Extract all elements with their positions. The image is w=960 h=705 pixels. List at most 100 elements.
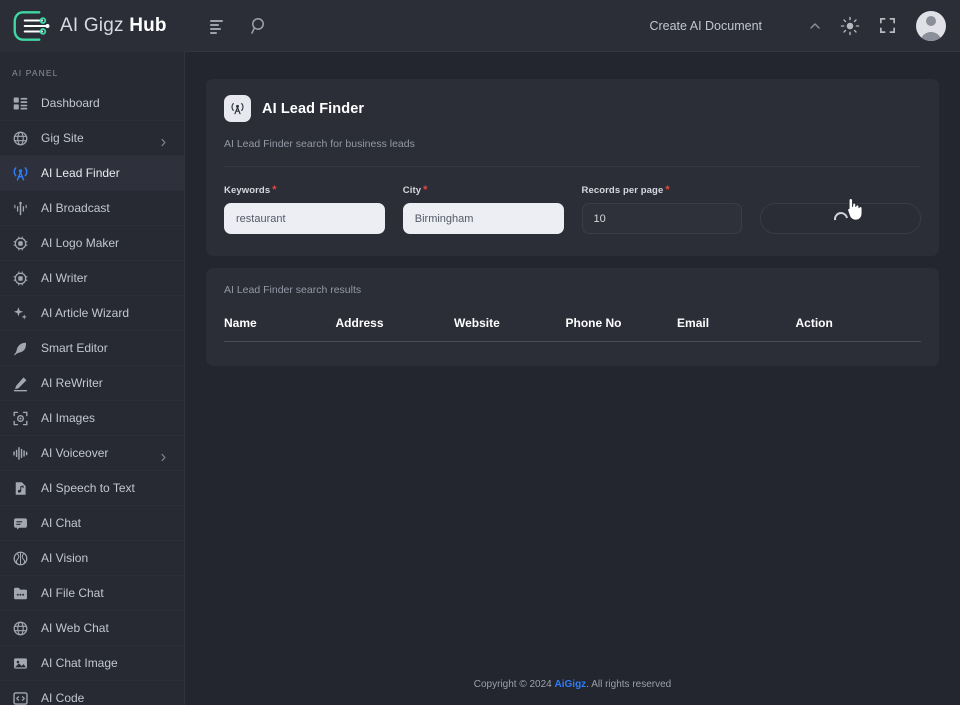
chat-bubble-icon xyxy=(12,515,29,532)
required-asterisk: * xyxy=(423,184,428,196)
feather-icon xyxy=(12,340,29,357)
sidebar-item-ai-code[interactable]: AI Code xyxy=(0,681,184,705)
sidebar-nav-list: Dashboard Gig Site AI Lead Finder AI Broadc… xyxy=(0,86,184,705)
antenna-icon xyxy=(12,200,29,217)
sidebar-item-ai-article-wizard[interactable]: AI Article Wizard xyxy=(0,296,184,331)
loading-spinner-icon xyxy=(830,208,851,229)
image-focus-icon xyxy=(12,410,29,427)
copyright-text: Copyright © 2024 AiGigz. All rights rese… xyxy=(473,678,672,690)
footer: Copyright © 2024 AiGigz. All rights rese… xyxy=(185,663,960,705)
waveform-icon xyxy=(12,445,29,462)
sidebar-item-gig-site[interactable]: Gig Site xyxy=(0,121,184,156)
sidebar-item-label: Gig Site xyxy=(41,131,84,145)
chevron-up-icon[interactable] xyxy=(808,19,822,33)
fullscreen-icon[interactable] xyxy=(878,16,898,36)
chip-icon xyxy=(12,235,29,252)
lead-finder-form: Keywords* City* Records per page* xyxy=(224,184,921,234)
sidebar-item-ai-chat-image[interactable]: AI Chat Image xyxy=(0,646,184,681)
folder-icon xyxy=(12,585,29,602)
lead-finder-subtitle: AI Lead Finder search for business leads xyxy=(224,138,415,150)
brand-title: AI Gigz Hub xyxy=(60,14,167,36)
sidebar-item-ai-logo-maker[interactable]: AI Logo Maker xyxy=(0,226,184,261)
sidebar-item-label: Smart Editor xyxy=(41,341,108,355)
sidebar-item-label: AI Code xyxy=(41,691,85,705)
audio-file-icon xyxy=(12,480,29,497)
pencil-icon xyxy=(12,375,29,392)
sidebar: AI PANEL Dashboard Gig Site AI Lead Finder… xyxy=(0,52,185,705)
navbar-right-group: Create AI Document xyxy=(649,10,960,41)
sidebar-item-label: AI Logo Maker xyxy=(41,236,120,250)
sidebar-item-ai-voiceover[interactable]: AI Voiceover xyxy=(0,436,184,471)
keywords-field-group: Keywords * xyxy=(224,184,385,234)
chevron-right-icon xyxy=(159,134,168,146)
sidebar-item-ai-chat[interactable]: AI Chat xyxy=(0,506,184,541)
table-header-row: Name Address Website Phone No Email Acti… xyxy=(224,316,921,342)
dashboard-icon xyxy=(12,95,29,112)
brand-logo[interactable]: AI Gigz Hub xyxy=(0,0,185,52)
search-button[interactable] xyxy=(760,203,921,234)
sidebar-section-label: AI PANEL xyxy=(12,68,59,78)
avatar[interactable] xyxy=(916,10,946,41)
sidebar-item-label: AI Web Chat xyxy=(41,621,109,635)
required-asterisk: * xyxy=(272,184,277,196)
column-header-phone[interactable]: Phone No xyxy=(565,316,678,342)
sidebar-item-ai-web-chat[interactable]: AI Web Chat xyxy=(0,611,184,646)
records-per-page-label: Records per page * xyxy=(581,184,670,196)
sidebar-item-ai-broadcast[interactable]: AI Broadcast xyxy=(0,191,184,226)
sidebar-item-smart-editor[interactable]: Smart Editor xyxy=(0,331,184,366)
sidebar-item-label: AI Chat xyxy=(41,516,82,530)
globe-icon xyxy=(12,620,29,637)
navbar-left-icons xyxy=(185,16,269,36)
sidebar-item-label: AI Vision xyxy=(41,551,89,565)
records-per-page-input[interactable] xyxy=(581,203,743,234)
list-menu-icon[interactable] xyxy=(207,16,227,36)
keywords-input[interactable] xyxy=(224,203,385,234)
sidebar-item-label: AI Speech to Text xyxy=(41,481,135,495)
lead-finder-header: AI Lead Finder xyxy=(224,95,921,122)
column-header-address[interactable]: Address xyxy=(335,316,454,342)
sun-icon[interactable] xyxy=(840,16,860,36)
column-header-website[interactable]: Website xyxy=(454,316,566,342)
code-icon xyxy=(12,690,29,705)
sparkles-icon xyxy=(12,305,29,322)
sidebar-item-ai-rewriter[interactable]: AI ReWriter xyxy=(0,366,184,401)
sidebar-item-label: AI Images xyxy=(41,411,96,425)
sidebar-item-ai-vision[interactable]: AI Vision xyxy=(0,541,184,576)
circuit-logo-icon xyxy=(12,9,52,43)
records-field-group: Records per page * xyxy=(581,184,743,234)
sidebar-item-ai-file-chat[interactable]: AI File Chat xyxy=(0,576,184,611)
create-ai-document-link[interactable]: Create AI Document xyxy=(649,19,762,33)
sidebar-item-label: AI Broadcast xyxy=(41,201,110,215)
top-navbar: AI Gigz Hub Create AI Document xyxy=(0,0,960,52)
brain-icon xyxy=(12,550,29,567)
column-header-email[interactable]: Email xyxy=(677,316,796,342)
sidebar-item-label: AI Chat Image xyxy=(41,656,118,670)
search-button-group xyxy=(760,203,921,234)
required-asterisk: * xyxy=(665,184,670,196)
column-header-action[interactable]: Action xyxy=(795,316,921,342)
sidebar-item-ai-speech-to-text[interactable]: AI Speech to Text xyxy=(0,471,184,506)
sidebar-item-label: AI Voiceover xyxy=(41,446,109,460)
results-label: AI Lead Finder search results xyxy=(224,284,362,296)
lead-finder-card: AI Lead Finder AI Lead Finder search for… xyxy=(206,79,939,256)
sidebar-item-dashboard[interactable]: Dashboard xyxy=(0,86,184,121)
header-divider xyxy=(224,166,921,167)
broadcast-tower-icon xyxy=(224,95,251,122)
column-header-name[interactable]: Name xyxy=(224,316,336,342)
footer-brand-link[interactable]: AiGigz xyxy=(555,679,587,690)
keywords-label: Keywords * xyxy=(224,184,277,196)
sidebar-item-ai-lead-finder[interactable]: AI Lead Finder xyxy=(0,156,184,191)
main-content: AI Lead Finder AI Lead Finder search for… xyxy=(185,52,960,705)
search-icon[interactable] xyxy=(249,16,269,36)
city-input[interactable] xyxy=(402,203,564,234)
chevron-right-icon xyxy=(159,449,168,461)
sidebar-item-label: AI ReWriter xyxy=(41,376,103,390)
sidebar-item-label: AI Writer xyxy=(41,271,88,285)
sidebar-item-label: AI Article Wizard xyxy=(41,306,130,320)
page-title: AI Lead Finder xyxy=(262,100,365,117)
results-table: Name Address Website Phone No Email Acti… xyxy=(224,316,921,342)
sidebar-item-ai-images[interactable]: AI Images xyxy=(0,401,184,436)
chip-icon xyxy=(12,270,29,287)
globe-icon xyxy=(12,130,29,147)
sidebar-item-ai-writer[interactable]: AI Writer xyxy=(0,261,184,296)
